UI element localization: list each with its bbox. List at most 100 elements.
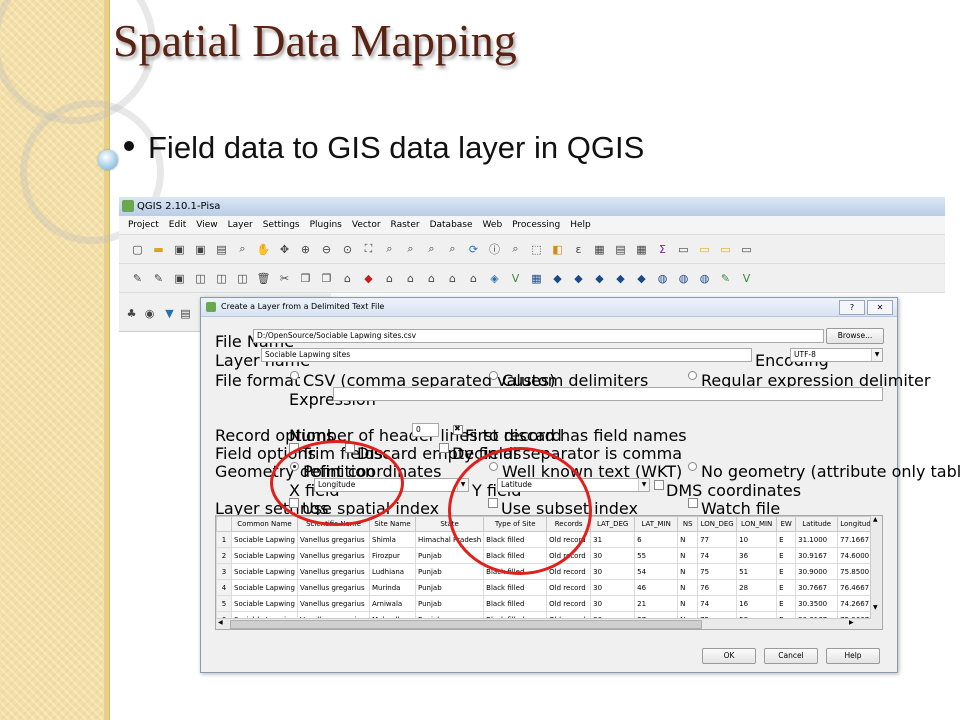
new-shapefile-icon[interactable]: V — [738, 270, 755, 287]
table-horizontal-scrollbar[interactable]: ◀ ▶ — [216, 618, 871, 629]
first-record-field-names-checkbox[interactable] — [453, 424, 463, 435]
zoom-last-icon[interactable]: ⌕ — [423, 241, 440, 258]
dms-coordinates-checkbox[interactable] — [654, 480, 664, 490]
ok-button[interactable]: OK — [702, 648, 756, 664]
label-rotate-icon[interactable]: ⌂ — [423, 270, 440, 287]
decimal-comma-checkbox[interactable] — [439, 443, 449, 453]
file-name-input[interactable]: D:/OpenSource/Sociable Lapwing sites.csv — [253, 329, 824, 343]
menu-web[interactable]: Web — [478, 216, 508, 234]
table-row[interactable]: 5 Sociable Lapwing Vanellus gregarius Arniw… — [216, 595, 879, 612]
header-lines-spinbox[interactable]: 0 — [412, 423, 439, 437]
dialog-close-button[interactable]: ✕ — [867, 300, 893, 315]
current-edits-icon[interactable]: ✎ — [129, 270, 146, 287]
column-header[interactable]: LON_DEG — [697, 516, 738, 532]
add-postgis-icon[interactable]: ◆ — [549, 270, 566, 287]
toggle-editing-icon[interactable]: ✎ — [150, 270, 167, 287]
zoom-selection-icon[interactable]: ⌕ — [402, 241, 419, 258]
column-header[interactable] — [216, 516, 232, 532]
annotation-icon[interactable]: ▭ — [696, 241, 713, 258]
menu-project[interactable]: Project — [123, 216, 164, 234]
save-edits-icon[interactable]: ▣ — [171, 270, 188, 287]
column-header[interactable]: EW — [776, 516, 797, 532]
pan-to-selection-icon[interactable]: ✥ — [276, 241, 293, 258]
table-vertical-scrollbar[interactable]: ▲ ▼ — [870, 516, 882, 629]
table-row[interactable]: 4 Sociable Lapwing Vanellus gregarius Murin… — [216, 579, 879, 596]
cut-features-icon[interactable]: ✂ — [276, 270, 293, 287]
measure-icon[interactable]: ▭ — [675, 241, 692, 258]
expression-input[interactable] — [333, 387, 883, 401]
menu-raster[interactable]: Raster — [386, 216, 425, 234]
save-as-icon[interactable]: ▣ — [192, 241, 209, 258]
scroll-left-icon[interactable]: ◀ — [218, 619, 223, 626]
open-project-icon[interactable]: ▬ — [150, 241, 167, 258]
custom-delimiters-radio[interactable] — [489, 371, 498, 380]
encoding-select[interactable]: UTF-8 ▼ — [790, 348, 883, 362]
manage-layers-visibility-icon[interactable]: ◉ — [141, 305, 158, 322]
zoom-in-icon[interactable]: ⊕ — [297, 241, 314, 258]
field-calculator-icon[interactable]: ▦ — [591, 241, 608, 258]
no-geometry-radio[interactable] — [688, 462, 697, 471]
menu-edit[interactable]: Edit — [164, 216, 191, 234]
attribute-table-icon[interactable]: ▤ — [612, 241, 629, 258]
select-features-icon[interactable]: ⬚ — [528, 241, 545, 258]
column-header[interactable]: LON_MIN — [736, 516, 778, 532]
menu-help[interactable]: Help — [565, 216, 596, 234]
label-pin-icon[interactable]: ◆ — [360, 270, 377, 287]
column-header[interactable]: LAT_DEG — [590, 516, 636, 532]
cancel-button[interactable]: Cancel — [764, 648, 818, 664]
composer-manager-icon[interactable]: ⌕ — [234, 241, 251, 258]
column-header[interactable]: Site Name — [369, 516, 416, 532]
zoom-out-icon[interactable]: ⊖ — [318, 241, 335, 258]
menu-vector[interactable]: Vector — [347, 216, 386, 234]
menu-database[interactable]: Database — [425, 216, 478, 234]
add-oracle-icon[interactable]: ◆ — [612, 270, 629, 287]
layer-name-input[interactable]: Sociable Lapwing sites — [261, 348, 752, 362]
delete-selected-icon[interactable]: 🗑 — [255, 270, 272, 287]
scroll-right-icon[interactable]: ▶ — [849, 619, 854, 626]
paste-features-icon[interactable]: ❐ — [318, 270, 335, 287]
refresh-icon[interactable]: ⟳ — [465, 241, 482, 258]
identify-icon[interactable]: ⓘ — [486, 241, 503, 258]
new-project-icon[interactable]: ▢ — [129, 241, 146, 258]
text-annotation-icon[interactable]: ▭ — [717, 241, 734, 258]
copy-features-icon[interactable]: ❐ — [297, 270, 314, 287]
column-header[interactable]: Latitude — [795, 516, 839, 532]
label-tool-icon[interactable]: ⌂ — [339, 270, 356, 287]
add-delimited-text-icon[interactable]: ✎ — [717, 270, 734, 287]
browse-button[interactable]: Browse... — [826, 328, 884, 344]
zoom-native-icon[interactable]: ⊙ — [339, 241, 356, 258]
regex-delimiter-radio[interactable] — [688, 371, 697, 380]
column-header[interactable]: LAT_MIN — [634, 516, 679, 532]
add-wfs-icon[interactable]: ◍ — [696, 270, 713, 287]
menu-view[interactable]: View — [191, 216, 222, 234]
scroll-up-icon[interactable]: ▲ — [873, 516, 878, 523]
scroll-down-icon[interactable]: ▼ — [873, 604, 878, 611]
label-show-icon[interactable]: ⌂ — [381, 270, 398, 287]
node-tool-icon[interactable]: ◫ — [234, 270, 251, 287]
add-raster-layer-icon[interactable]: ▦ — [528, 270, 545, 287]
sum-icon[interactable]: Σ — [654, 241, 671, 258]
statistics-icon[interactable]: ▦ — [633, 241, 650, 258]
dialog-help-button[interactable]: ? — [839, 300, 865, 315]
expression-icon[interactable]: ε — [570, 241, 587, 258]
expand-all-icon[interactable]: ▤ — [177, 305, 194, 322]
zoom-layer-icon[interactable]: ⌕ — [381, 241, 398, 258]
python-icon[interactable]: ◈ — [486, 270, 503, 287]
deselect-icon[interactable]: ◧ — [549, 241, 566, 258]
print-composer-icon[interactable]: ▤ — [213, 241, 230, 258]
label-highlight-icon[interactable]: ⌂ — [465, 270, 482, 287]
csv-format-radio[interactable] — [290, 371, 299, 380]
add-wcs-icon[interactable]: ◍ — [675, 270, 692, 287]
watch-file-checkbox[interactable] — [688, 498, 698, 508]
label-change-icon[interactable]: ⌂ — [444, 270, 461, 287]
horizontal-scroll-thumb[interactable] — [230, 620, 702, 629]
add-mssql-icon[interactable]: ◆ — [591, 270, 608, 287]
add-db2-icon[interactable]: ◆ — [633, 270, 650, 287]
menu-plugins[interactable]: Plugins — [305, 216, 347, 234]
move-feature-icon[interactable]: ◫ — [213, 270, 230, 287]
filter-legend-icon[interactable]: ▼ — [161, 305, 178, 322]
add-feature-icon[interactable]: ◫ — [192, 270, 209, 287]
pan-icon[interactable]: ✋ — [255, 241, 272, 258]
open-layer-styling-icon[interactable]: ♣ — [123, 305, 140, 322]
map-tips-icon[interactable]: ⌕ — [507, 241, 524, 258]
